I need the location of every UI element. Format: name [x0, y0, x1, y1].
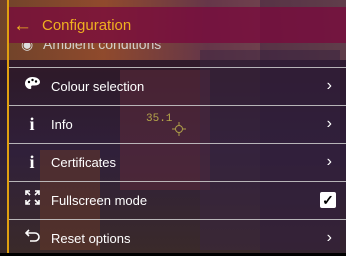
menu-item-fullscreen-mode[interactable]: Fullscreen mode ✓	[9, 182, 346, 218]
info-icon: i	[29, 151, 35, 172]
info-icon: i	[29, 113, 35, 134]
menu-item-ambient-conditions[interactable]: ◉ Ambient conditions	[9, 43, 346, 53]
menu-item-label: Info	[51, 116, 73, 132]
menu-item-info[interactable]: i Info ›	[9, 106, 346, 142]
menu-item-label: Certificates	[51, 154, 117, 170]
reset-icon	[19, 229, 45, 247]
menu-item-colour-selection[interactable]: Colour selection ›	[9, 68, 346, 104]
chevron-right-icon: ›	[326, 229, 332, 246]
arrow-left-icon[interactable]: ←	[13, 16, 32, 35]
header-bar: ← Configuration	[9, 7, 346, 43]
page-title: Configuration	[42, 16, 132, 34]
chevron-right-icon: ›	[326, 115, 332, 132]
fullscreen-checkbox[interactable]: ✓	[320, 192, 336, 208]
menu-item-label: Fullscreen mode	[51, 192, 148, 208]
fullscreen-icon	[19, 190, 45, 210]
menu-item-label: Colour selection	[51, 78, 145, 94]
ambient-icon: ◉	[21, 43, 34, 52]
menu-item-reset-options[interactable]: Reset options ›	[9, 220, 346, 256]
chevron-right-icon: ›	[326, 153, 332, 170]
menu-item-label: Ambient conditions	[43, 43, 162, 52]
palette-icon	[19, 76, 45, 96]
chevron-right-icon: ›	[326, 77, 332, 94]
menu-item-certificates[interactable]: i Certificates ›	[9, 144, 346, 180]
menu-item-label: Reset options	[51, 230, 131, 246]
